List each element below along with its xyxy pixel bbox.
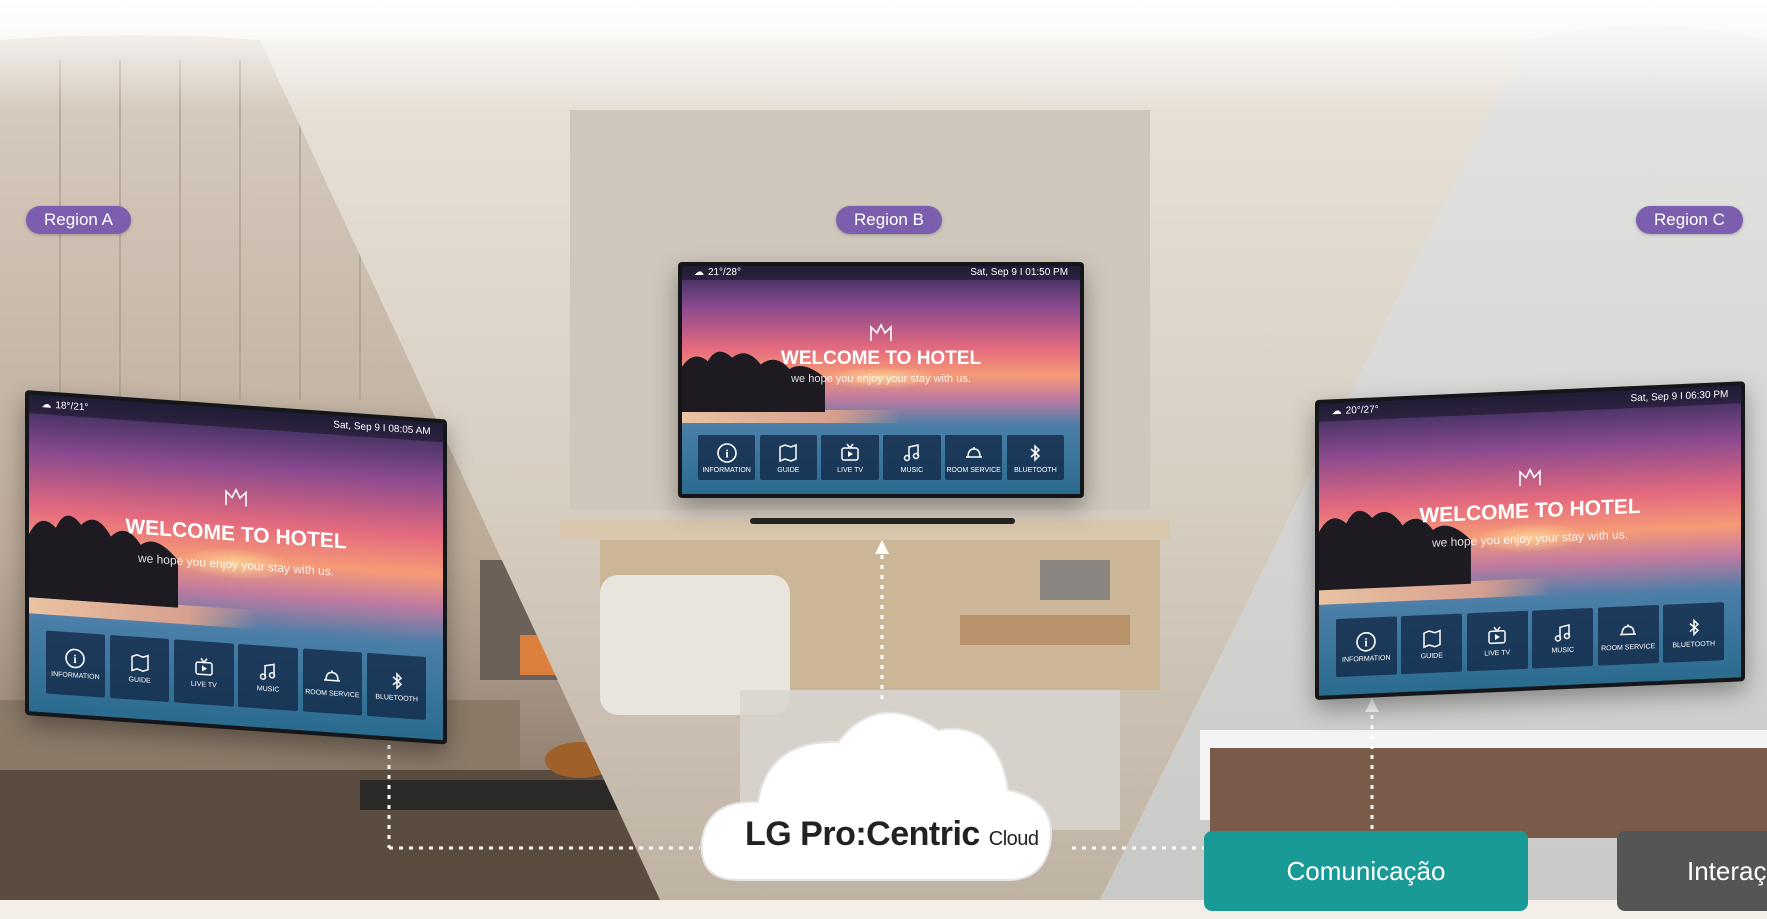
menu-room-service[interactable]: ROOM SERVICE	[302, 648, 363, 716]
guide-map-icon	[779, 443, 798, 462]
hotel-logo-icon	[870, 323, 892, 341]
menu-live-tv[interactable]: LIVE TV	[1466, 610, 1528, 672]
weather-icon: ☁	[1331, 406, 1342, 418]
menu-information[interactable]: i INFORMATION	[1335, 616, 1397, 678]
weather-temp: 21°/28°	[707, 267, 741, 279]
tv-stand	[750, 518, 1015, 524]
bluetooth-icon	[392, 672, 402, 691]
tv-clock: Sat, Sep 9 I 01:50 PM	[970, 267, 1069, 279]
procentric-cloud-logo: LG Pro:Centric Cloud	[745, 815, 1039, 854]
weather-icon: ☁	[693, 267, 704, 279]
brand-lg: LG	[745, 815, 792, 853]
info-icon: i	[1356, 632, 1377, 652]
menu-live-tv[interactable]: LIVE TV	[821, 434, 879, 481]
menu-label: LIVE TV	[1484, 649, 1511, 658]
menu-bluetooth[interactable]: BLUETOOTH	[1006, 434, 1065, 481]
menu-label: GUIDE	[128, 676, 151, 686]
brand-product: Pro:Centric	[800, 815, 980, 853]
info-icon: i	[65, 648, 86, 669]
bluetooth-icon	[1689, 618, 1699, 637]
tv-icon	[195, 658, 213, 676]
info-icon: i	[716, 442, 737, 463]
tv-screen: ☁ 20°/27° Sat, Sep 9 I 06:30 PM WELCOME T…	[1319, 385, 1741, 696]
menu-label: LIVE TV	[190, 680, 217, 690]
hotel-logo-icon	[1519, 467, 1541, 487]
svg-text:i: i	[74, 652, 78, 666]
tv-icon	[1488, 626, 1506, 645]
brand-suffix: Cloud	[988, 828, 1039, 850]
menu-label: GUIDE	[777, 466, 800, 474]
weather-temp: 20°/27°	[1345, 404, 1379, 417]
menu-label: ROOM SERVICE	[946, 466, 1001, 474]
region-a-badge: Region A	[26, 206, 131, 234]
weather-temp: 18°/21°	[55, 400, 89, 414]
tv-screen: ☁ 21°/28° Sat, Sep 9 I 01:50 PM WELCOME T…	[682, 266, 1080, 494]
menu-room-service[interactable]: ROOM SERVICE	[1597, 605, 1659, 667]
music-icon	[903, 443, 920, 461]
bluetooth-icon	[1030, 443, 1041, 462]
region-b-badge: Region B	[836, 206, 942, 234]
tv-screen: ☁ 18°/21° Sat, Sep 9 I 08:05 AM WELCOME T…	[29, 394, 443, 741]
welcome-title: WELCOME TO HOTEL	[780, 348, 982, 370]
menu-label: INFORMATION	[51, 671, 100, 682]
tv-icon	[841, 443, 859, 461]
weather-widget: ☁ 21°/28°	[694, 266, 741, 280]
menu-bluetooth[interactable]: BLUETOOTH	[366, 652, 427, 721]
tv-region-b: ☁ 21°/28° Sat, Sep 9 I 01:50 PM WELCOME T…	[678, 262, 1084, 498]
menu-label: BLUETOOTH	[1672, 640, 1716, 650]
welcome-subtitle: we hope you enjoy your stay with us.	[791, 373, 971, 386]
region-c-badge: Region C	[1636, 206, 1743, 234]
menu-music[interactable]: MUSIC	[1532, 607, 1594, 669]
menu-label: ROOM SERVICE	[305, 688, 360, 700]
guide-map-icon	[1423, 629, 1441, 649]
menu-music[interactable]: MUSIC	[238, 643, 298, 712]
room-service-icon	[965, 446, 982, 458]
menu-bluetooth[interactable]: BLUETOOTH	[1663, 602, 1725, 664]
music-icon	[1554, 624, 1570, 642]
hotel-logo-icon	[225, 488, 247, 507]
guide-map-icon	[130, 654, 149, 673]
cloud-icon	[700, 711, 1053, 881]
menu-label: GUIDE	[1420, 652, 1443, 661]
menu-guide[interactable]: GUIDE	[109, 634, 170, 703]
tv-menu: i INFORMATION GUIDE LIVE TV MUSIC ROOM SE…	[697, 434, 1065, 481]
menu-information[interactable]: i INFORMATION	[45, 630, 106, 698]
tv-region-c: ☁ 20°/27° Sat, Sep 9 I 06:30 PM WELCOME T…	[1315, 381, 1745, 700]
menu-guide[interactable]: GUIDE	[1401, 613, 1463, 675]
room-service-icon	[1620, 624, 1637, 636]
tab-interaction[interactable]: Interação	[1617, 831, 1767, 911]
menu-guide[interactable]: GUIDE	[759, 434, 818, 481]
weather-widget: ☁ 18°/21°	[41, 395, 88, 417]
menu-live-tv[interactable]: LIVE TV	[174, 639, 234, 707]
menu-label: BLUETOOTH	[1014, 466, 1057, 474]
tv-region-a: ☁ 18°/21° Sat, Sep 9 I 08:05 AM WELCOME T…	[25, 390, 447, 745]
menu-label: MUSIC	[1551, 646, 1575, 655]
tab-communication[interactable]: Comunicação	[1204, 831, 1528, 911]
svg-text:i: i	[725, 446, 729, 460]
menu-label: MUSIC	[900, 466, 924, 474]
menu-room-service[interactable]: ROOM SERVICE	[944, 434, 1003, 481]
menu-label: MUSIC	[256, 685, 280, 695]
menu-label: ROOM SERVICE	[1601, 643, 1656, 653]
menu-label: LIVE TV	[837, 466, 864, 474]
menu-label: BLUETOOTH	[375, 693, 418, 704]
weather-icon: ☁	[41, 399, 52, 411]
svg-text:i: i	[1365, 635, 1369, 649]
weather-widget: ☁ 20°/27°	[1332, 401, 1379, 421]
menu-music[interactable]: MUSIC	[883, 434, 941, 481]
room-service-icon	[324, 670, 341, 683]
menu-label: INFORMATION	[702, 466, 751, 474]
music-icon	[259, 663, 276, 681]
menu-label: INFORMATION	[1342, 654, 1391, 665]
menu-information[interactable]: i INFORMATION	[697, 434, 756, 481]
